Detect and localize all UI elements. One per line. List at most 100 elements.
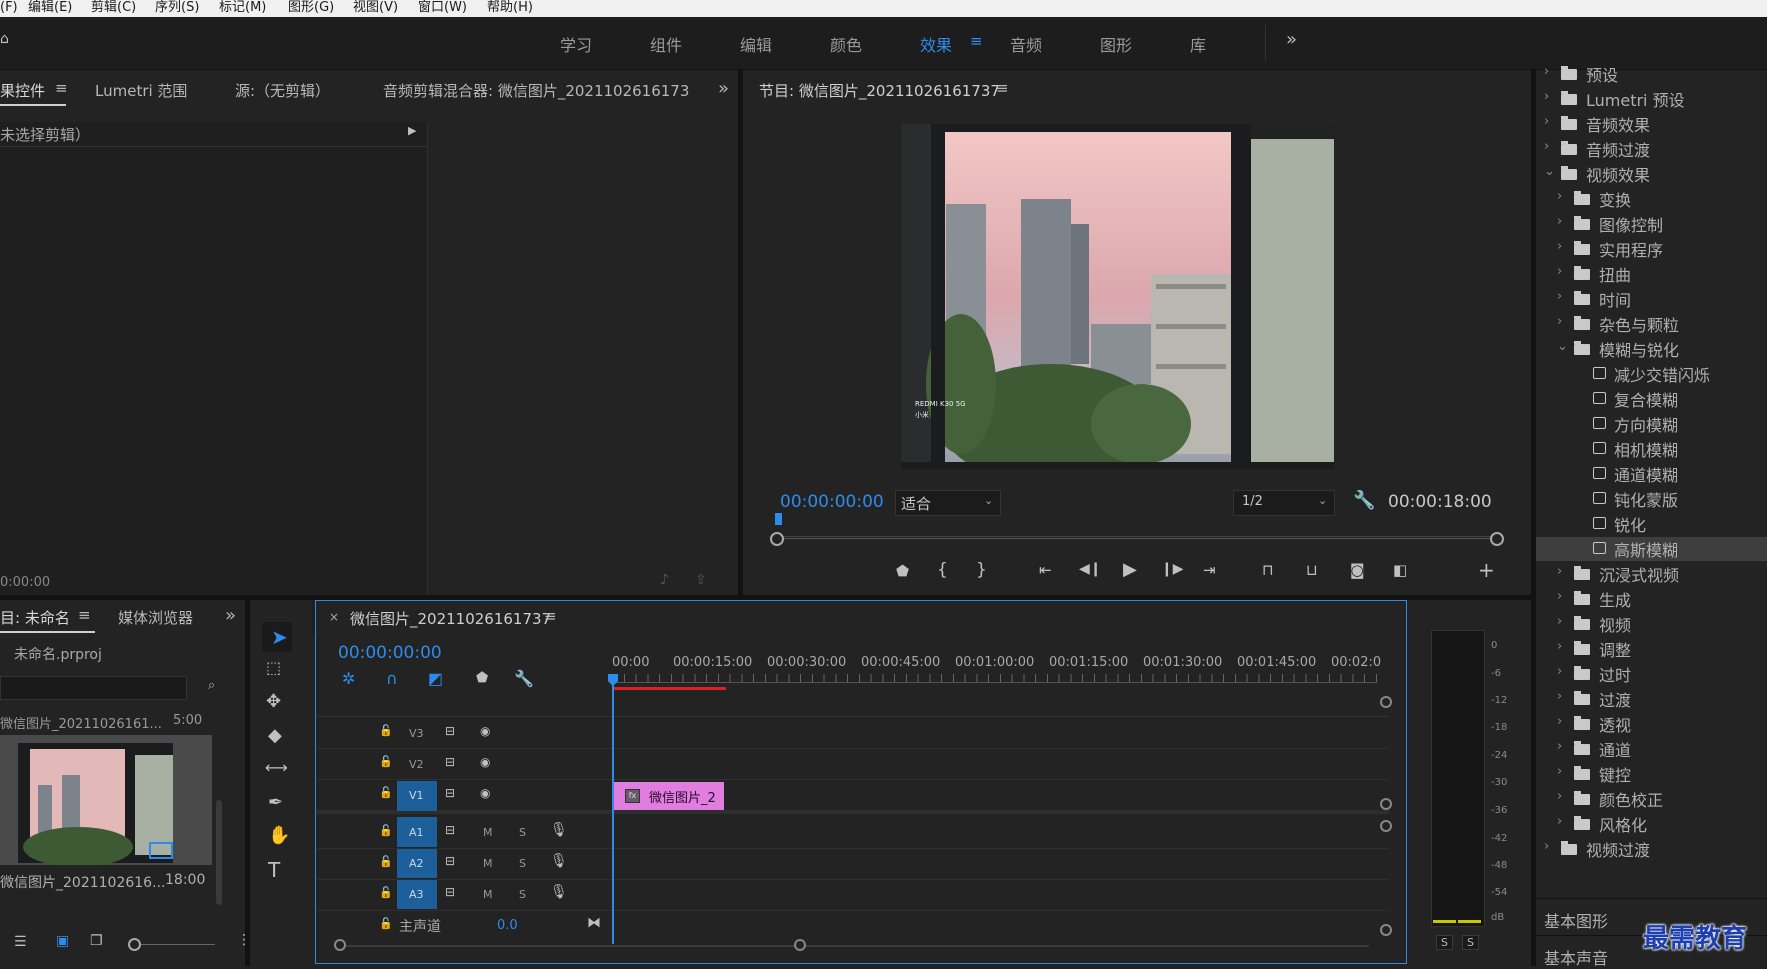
ripple-edit-tool-icon[interactable]: ✥ [266, 691, 281, 712]
timeline-clip[interactable]: fx 微信图片_2 [614, 782, 724, 810]
play-icon[interactable]: ▶ [1123, 559, 1137, 580]
chevron-right-icon[interactable]: › [1557, 314, 1562, 329]
slip-tool-icon[interactable]: ⟷ [265, 758, 288, 777]
eye-icon[interactable]: ◉ [480, 755, 490, 769]
tab-menu-icon[interactable]: ≡ [55, 79, 68, 97]
wrench-icon[interactable]: 🔧 [1353, 490, 1375, 511]
close-icon[interactable]: × [329, 610, 339, 624]
effect-folder[interactable]: › 透视 [1536, 712, 1767, 736]
effect-item[interactable]: 钝化蒙版 [1536, 487, 1767, 511]
chevron-right-icon[interactable]: › [1557, 639, 1562, 654]
lock-icon[interactable]: 🔓 [379, 855, 393, 868]
program-playhead[interactable] [775, 513, 782, 525]
mute-button[interactable]: M [483, 888, 493, 901]
chevron-right-icon[interactable]: › [1557, 289, 1562, 304]
workspace-color[interactable]: 颜色 [830, 32, 862, 56]
effect-folder[interactable]: › 杂色与颗粒 [1536, 312, 1767, 336]
effect-folder[interactable]: › 预设 [1536, 62, 1767, 86]
add-marker-icon[interactable]: ⬟ [476, 670, 488, 686]
type-tool-icon[interactable]: T [268, 858, 280, 882]
camera-icon[interactable]: ◙ [1350, 561, 1365, 579]
program-ruler[interactable] [776, 526, 1492, 537]
menu-marker[interactable]: 标记(M) [219, 0, 266, 15]
freeform-view-icon[interactable]: ❐ [90, 933, 103, 949]
work-area-bar[interactable] [614, 687, 726, 690]
scroll-handle[interactable] [1380, 696, 1392, 708]
chevron-right-icon[interactable]: › [1544, 139, 1549, 154]
track-label-v2[interactable]: V2 [409, 758, 424, 771]
solo-button[interactable]: S [519, 826, 526, 839]
panel-overflow-icon[interactable]: » [225, 605, 236, 626]
mute-button[interactable]: M [483, 826, 493, 839]
workspace-graphics[interactable]: 图形 [1100, 32, 1132, 56]
go-to-out-icon[interactable]: ⇥ [1203, 561, 1216, 579]
mark-out-icon[interactable]: } [976, 560, 987, 580]
zoom-handle-right[interactable] [1490, 532, 1504, 546]
chevron-right-icon[interactable]: › [1557, 264, 1562, 279]
program-title[interactable]: 节目: 微信图片_20211026161737 [759, 80, 1000, 101]
sync-lock-icon[interactable]: ⊟ [445, 885, 455, 899]
menu-help[interactable]: 帮助(H) [487, 0, 533, 15]
zoom-slider-track[interactable] [130, 944, 215, 945]
tab-media-browser[interactable]: 媒体浏览器 [118, 607, 198, 628]
lift-icon[interactable]: ⊓ [1262, 561, 1274, 579]
menu-window[interactable]: 窗口(W) [418, 0, 467, 15]
mute-button[interactable]: M [483, 857, 493, 870]
sync-lock-icon[interactable]: ⊟ [445, 854, 455, 868]
menu-view[interactable]: 视图(V) [353, 0, 398, 15]
tab-audio-clip-mixer[interactable]: 音频剪辑混合器: 微信图片_2021102616173 [383, 80, 693, 101]
zoom-handle-left[interactable] [770, 532, 784, 546]
hand-tool-icon[interactable]: ✋ [268, 825, 290, 846]
chevron-right-icon[interactable]: › [1544, 114, 1549, 129]
sync-lock-icon[interactable]: ⊟ [445, 755, 455, 769]
chevron-down-icon[interactable]: ⌄ [1557, 339, 1568, 354]
eye-icon[interactable]: ◉ [480, 786, 490, 800]
timeline-playhead[interactable] [612, 674, 614, 944]
effect-folder[interactable]: › 视频 [1536, 612, 1767, 636]
workspace-audio[interactable]: 音频 [1010, 32, 1042, 56]
microphone-icon[interactable]: 🎙 [550, 822, 568, 838]
effect-folder[interactable]: › 音频效果 [1536, 112, 1767, 136]
audio-only-icon[interactable]: ♪ [660, 572, 669, 588]
add-marker-icon[interactable]: ⬟ [896, 562, 909, 580]
search-icon[interactable]: ⌕ [208, 678, 215, 693]
chevron-right-icon[interactable]: › [1557, 189, 1562, 204]
effect-folder[interactable]: › 视频过渡 [1536, 837, 1767, 861]
export-frame-icon[interactable]: ⇪ [695, 572, 707, 588]
tab-lumetri-scopes[interactable]: Lumetri 范围 [95, 80, 187, 101]
program-menu-icon[interactable]: ≡ [996, 79, 1009, 97]
timeline-zoom-track[interactable] [339, 945, 1369, 947]
solo-right-button[interactable]: S [1462, 935, 1479, 950]
workspace-overflow-icon[interactable]: » [1286, 29, 1297, 50]
effect-item[interactable]: 减少交错闪烁 [1536, 362, 1767, 386]
effect-folder[interactable]: › 键控 [1536, 762, 1767, 786]
timeline-timecode[interactable]: 00:00:00:00 [338, 643, 442, 663]
razor-tool-icon[interactable]: ◆ [268, 725, 282, 746]
solo-button[interactable]: S [519, 857, 526, 870]
eye-icon[interactable]: ◉ [480, 724, 490, 738]
effect-folder[interactable]: › 风格化 [1536, 812, 1767, 836]
effect-folder[interactable]: › 实用程序 [1536, 237, 1767, 261]
effect-folder[interactable]: › 调整 [1536, 637, 1767, 661]
project-item-thumbnail[interactable] [0, 735, 212, 867]
zoom-handle-left[interactable] [334, 939, 346, 951]
workspace-learn[interactable]: 学习 [560, 32, 592, 56]
chevron-right-icon[interactable]: › [1557, 689, 1562, 704]
snap-magnet-icon[interactable]: ∩ [386, 669, 398, 688]
linked-selection-icon[interactable]: ◩ [428, 669, 443, 688]
pen-tool-icon[interactable]: ✒ [268, 792, 283, 813]
scroll-handle[interactable] [1380, 820, 1392, 832]
chevron-down-icon[interactable]: ⌄ [1544, 164, 1555, 179]
workspace-effects[interactable]: 效果 [920, 32, 952, 56]
menu-file[interactable]: (F) [0, 0, 18, 15]
effect-folder[interactable]: › 颜色校正 [1536, 787, 1767, 811]
fit-dropdown[interactable]: 适合 ⌄ [895, 490, 1001, 516]
lock-icon[interactable]: 🔓 [379, 824, 393, 837]
project-menu-icon[interactable]: ≡ [78, 606, 91, 624]
project-item-top-name[interactable]: 微信图片_20211026161... [0, 713, 162, 732]
effect-item[interactable]: 方向模糊 [1536, 412, 1767, 436]
effect-folder[interactable]: › 图像控制 [1536, 212, 1767, 236]
program-zoom-bar[interactable] [776, 538, 1492, 539]
lock-icon[interactable]: 🔓 [379, 786, 393, 799]
solo-button[interactable]: S [519, 888, 526, 901]
